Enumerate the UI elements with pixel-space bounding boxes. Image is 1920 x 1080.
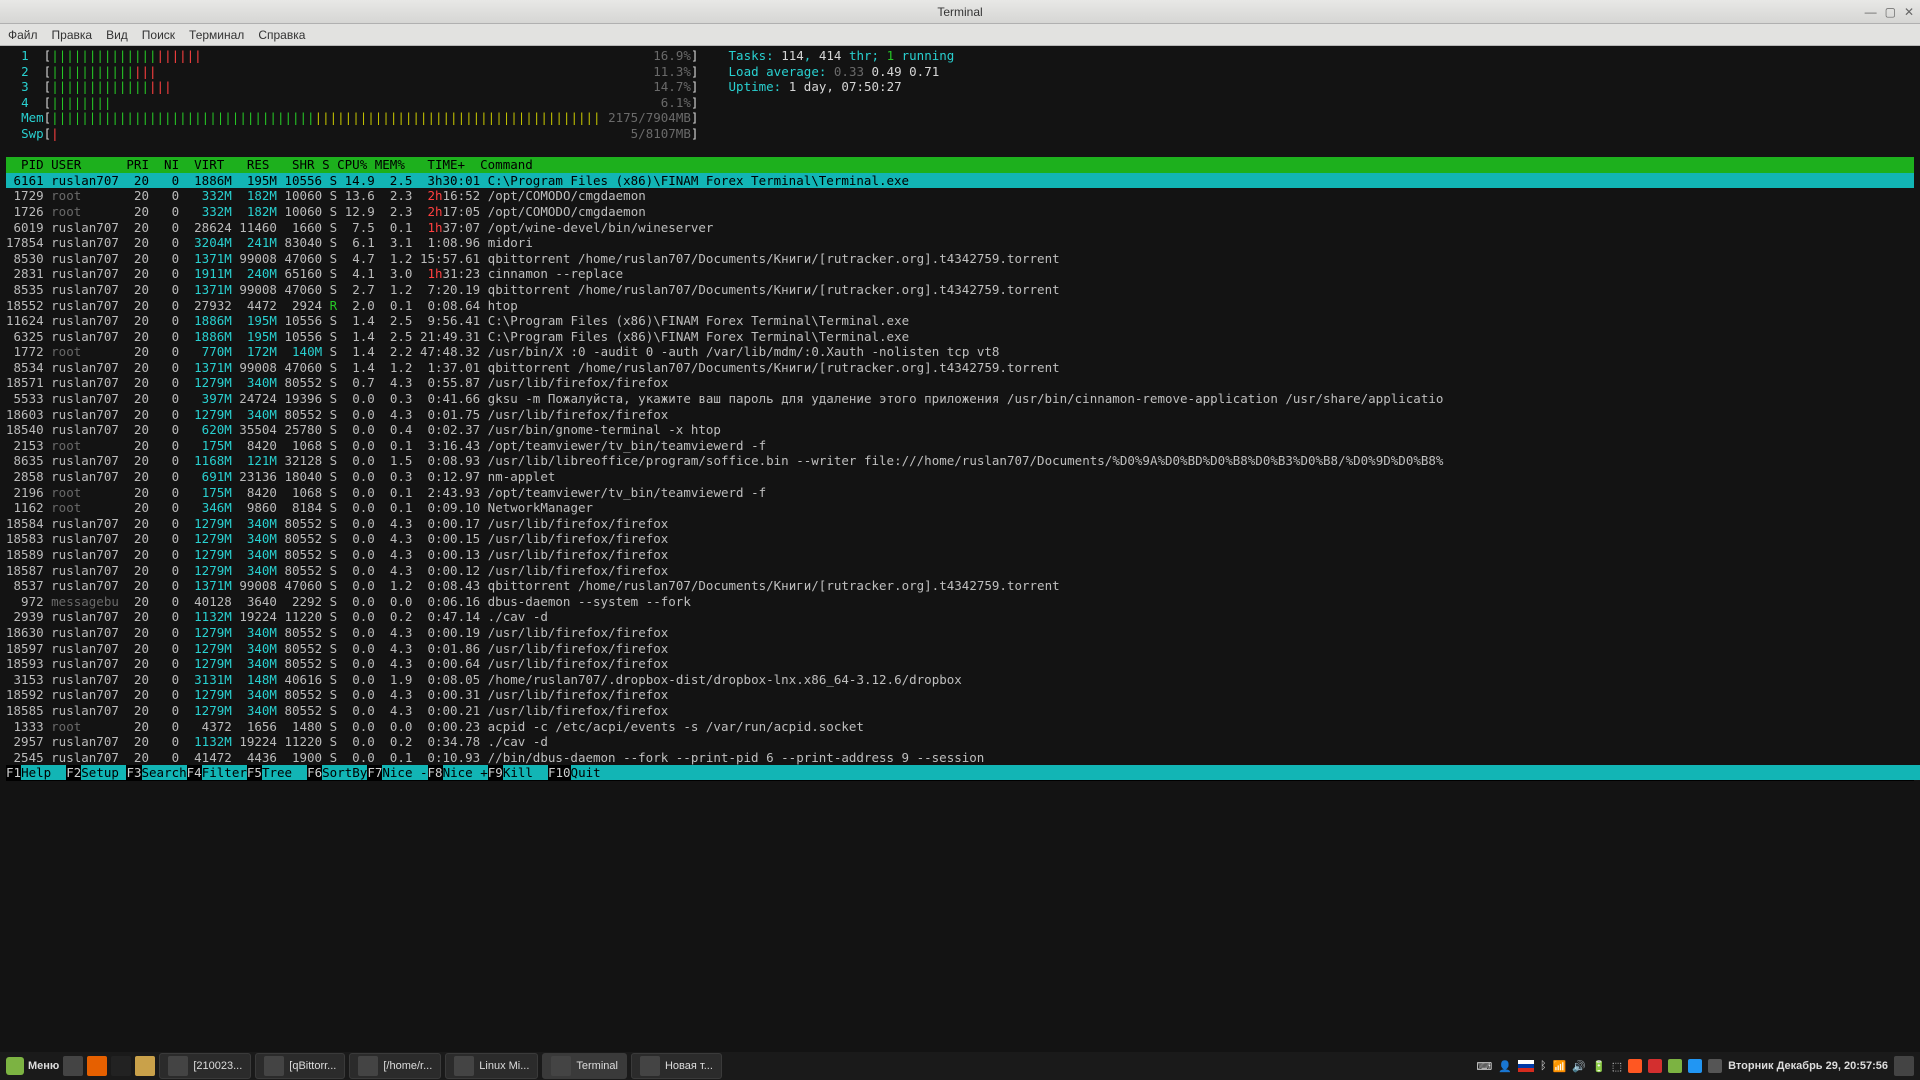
menu-terminal[interactable]: Терминал — [189, 28, 244, 42]
app-icon — [358, 1056, 378, 1076]
user-icon[interactable]: 👤 — [1498, 1060, 1512, 1073]
app-label: [/home/r... — [383, 1060, 432, 1072]
menu-search[interactable]: Поиск — [142, 28, 175, 42]
app-icon — [264, 1056, 284, 1076]
close-icon[interactable]: ✕ — [1904, 5, 1914, 19]
system-tray: ⌨ 👤 ᛒ 📶 🔊 🔋 ⬚ Вторник Декабрь 29, 20:57:… — [1476, 1056, 1914, 1076]
tray-end-icon[interactable] — [1894, 1056, 1914, 1076]
process-row[interactable]: 18584 ruslan707 20 0 1279M 340M 80552 S … — [6, 516, 1914, 532]
volume-icon[interactable]: 🔊 — [1572, 1060, 1586, 1073]
taskbar-app-button[interactable]: Terminal — [542, 1053, 627, 1079]
mint-menu-icon[interactable] — [6, 1057, 24, 1075]
app-label: [qBittorr... — [289, 1060, 336, 1072]
process-row[interactable]: 11624 ruslan707 20 0 1886M 195M 10556 S … — [6, 313, 1914, 329]
battery-icon[interactable]: 🔋 — [1592, 1060, 1606, 1073]
tray-app-icon[interactable] — [1628, 1059, 1642, 1073]
firefox-launcher-icon[interactable] — [87, 1056, 107, 1076]
menubar: Файл Правка Вид Поиск Терминал Справка — [0, 24, 1920, 46]
process-row[interactable]: 972 messagebu 20 0 40128 3640 2292 S 0.0… — [6, 594, 1914, 610]
process-row[interactable]: 2939 ruslan707 20 0 1132M 19224 11220 S … — [6, 609, 1914, 625]
process-row[interactable]: 6019 ruslan707 20 0 28624 11460 1660 S 7… — [6, 220, 1914, 236]
process-row[interactable]: 6325 ruslan707 20 0 1886M 195M 10556 S 1… — [6, 329, 1914, 345]
process-row[interactable]: 18571 ruslan707 20 0 1279M 340M 80552 S … — [6, 375, 1914, 391]
terminal-launcher-icon[interactable] — [111, 1056, 131, 1076]
menu-help[interactable]: Справка — [258, 28, 305, 42]
process-row[interactable]: 18583 ruslan707 20 0 1279M 340M 80552 S … — [6, 531, 1914, 547]
app-icon — [454, 1056, 474, 1076]
taskbar-app-button[interactable]: Linux Mi... — [445, 1053, 538, 1079]
process-row[interactable]: 17854 ruslan707 20 0 3204M 241M 83040 S … — [6, 235, 1914, 251]
process-row[interactable]: 6161 ruslan707 20 0 1886M 195M 10556 S 1… — [6, 173, 1914, 189]
process-row[interactable]: 2153 root 20 0 175M 8420 1068 S 0.0 0.1 … — [6, 438, 1914, 454]
files-launcher-icon[interactable] — [135, 1056, 155, 1076]
process-row[interactable]: 18630 ruslan707 20 0 1279M 340M 80552 S … — [6, 625, 1914, 641]
process-row[interactable]: 18603 ruslan707 20 0 1279M 340M 80552 S … — [6, 407, 1914, 423]
app-label: Новая т... — [665, 1060, 713, 1072]
keyboard-icon[interactable]: ⌨ — [1476, 1060, 1492, 1073]
tray-misc-icon[interactable] — [1708, 1059, 1722, 1073]
process-row[interactable]: 18585 ruslan707 20 0 1279M 340M 80552 S … — [6, 703, 1914, 719]
taskbar: Меню [210023... [qBittorr... [/home/r... Li… — [0, 1052, 1920, 1080]
maximize-icon[interactable]: ▢ — [1885, 5, 1896, 19]
shield-tray-icon[interactable] — [1668, 1059, 1682, 1073]
process-row[interactable]: 18597 ruslan707 20 0 1279M 340M 80552 S … — [6, 641, 1914, 657]
keyboard-layout-ru-icon[interactable] — [1518, 1060, 1534, 1072]
process-row[interactable]: 8635 ruslan707 20 0 1168M 121M 32128 S 0… — [6, 453, 1914, 469]
process-row[interactable]: 18587 ruslan707 20 0 1279M 340M 80552 S … — [6, 563, 1914, 579]
app-icon — [640, 1056, 660, 1076]
app-label: Linux Mi... — [479, 1060, 529, 1072]
process-row[interactable]: 8534 ruslan707 20 0 1371M 99008 47060 S … — [6, 360, 1914, 376]
process-row[interactable]: 2831 ruslan707 20 0 1911M 240M 65160 S 4… — [6, 266, 1914, 282]
taskbar-app-button[interactable]: [/home/r... — [349, 1053, 441, 1079]
process-row[interactable]: 1772 root 20 0 770M 172M 140M S 1.4 2.2 … — [6, 344, 1914, 360]
terminal-output[interactable]: 1 [|||||||||||||||||||| 16.9%] Tasks: 11… — [0, 46, 1920, 1052]
taskbar-app-button[interactable]: Новая т... — [631, 1053, 722, 1079]
qbittorrent-tray-icon[interactable] — [1688, 1059, 1702, 1073]
taskbar-app-button[interactable]: [210023... — [159, 1053, 251, 1079]
menu-edit[interactable]: Правка — [52, 28, 93, 42]
process-row[interactable]: 8537 ruslan707 20 0 1371M 99008 47060 S … — [6, 578, 1914, 594]
process-row[interactable]: 18593 ruslan707 20 0 1279M 340M 80552 S … — [6, 656, 1914, 672]
process-row[interactable]: 2545 ruslan707 20 0 41472 4436 1900 S 0.… — [6, 750, 1914, 766]
process-row[interactable]: 8530 ruslan707 20 0 1371M 99008 47060 S … — [6, 251, 1914, 267]
process-row[interactable]: 18592 ruslan707 20 0 1279M 340M 80552 S … — [6, 687, 1914, 703]
menu-view[interactable]: Вид — [106, 28, 128, 42]
menu-button[interactable]: Меню — [28, 1060, 59, 1072]
process-row[interactable]: 1333 root 20 0 4372 1656 1480 S 0.0 0.0 … — [6, 719, 1914, 735]
taskbar-app-button[interactable]: [qBittorr... — [255, 1053, 345, 1079]
process-row[interactable]: 2957 ruslan707 20 0 1132M 19224 11220 S … — [6, 734, 1914, 750]
minimize-icon[interactable]: — — [1865, 5, 1877, 19]
window-titlebar[interactable]: Terminal — ▢ ✕ — [0, 0, 1920, 24]
app-label: [210023... — [193, 1060, 242, 1072]
process-row[interactable]: 1162 root 20 0 346M 9860 8184 S 0.0 0.1 … — [6, 500, 1914, 516]
comodo-tray-icon[interactable] — [1648, 1059, 1662, 1073]
process-row[interactable]: 18540 ruslan707 20 0 620M 35504 25780 S … — [6, 422, 1914, 438]
clock[interactable]: Вторник Декабрь 29, 20:57:56 — [1728, 1060, 1888, 1072]
show-desktop-icon[interactable] — [63, 1056, 83, 1076]
process-row[interactable]: 18589 ruslan707 20 0 1279M 340M 80552 S … — [6, 547, 1914, 563]
app-label: Terminal — [576, 1060, 618, 1072]
dropbox-icon[interactable]: ⬚ — [1612, 1060, 1622, 1073]
process-row[interactable]: 2196 root 20 0 175M 8420 1068 S 0.0 0.1 … — [6, 485, 1914, 501]
bluetooth-icon[interactable]: ᛒ — [1540, 1060, 1547, 1072]
menu-file[interactable]: Файл — [8, 28, 38, 42]
process-row[interactable]: 1726 root 20 0 332M 182M 10060 S 12.9 2.… — [6, 204, 1914, 220]
window-title: Terminal — [937, 5, 982, 19]
process-row[interactable]: 3153 ruslan707 20 0 3131M 148M 40616 S 0… — [6, 672, 1914, 688]
process-row[interactable]: 1729 root 20 0 332M 182M 10060 S 13.6 2.… — [6, 188, 1914, 204]
process-row[interactable]: 5533 ruslan707 20 0 397M 24724 19396 S 0… — [6, 391, 1914, 407]
app-icon — [168, 1056, 188, 1076]
app-icon — [551, 1056, 571, 1076]
network-icon[interactable]: 📶 — [1553, 1060, 1567, 1073]
process-row[interactable]: 18552 ruslan707 20 0 27932 4472 2924 R 2… — [6, 298, 1914, 314]
process-row[interactable]: 2858 ruslan707 20 0 691M 23136 18040 S 0… — [6, 469, 1914, 485]
fkey-bar[interactable]: F1Help F2Setup F3SearchF4FilterF5Tree F6… — [6, 765, 1914, 781]
process-row[interactable]: 8535 ruslan707 20 0 1371M 99008 47060 S … — [6, 282, 1914, 298]
